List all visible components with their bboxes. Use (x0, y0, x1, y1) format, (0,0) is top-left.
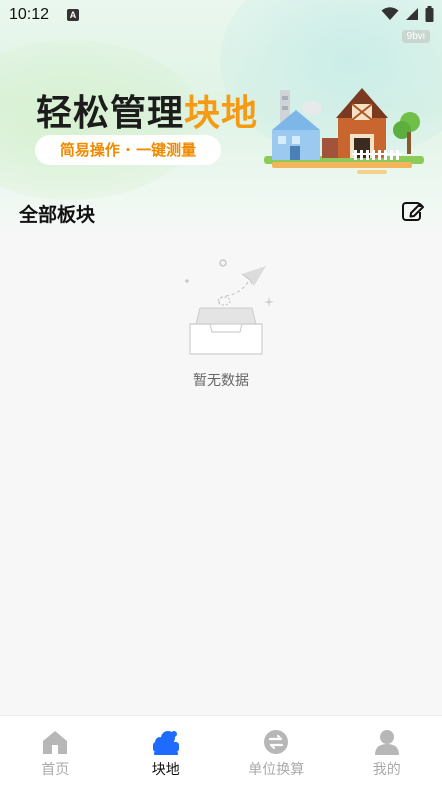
tab-land[interactable]: 块地 (111, 716, 222, 785)
tab-label: 块地 (151, 762, 180, 778)
tab-profile[interactable]: 我的 (332, 716, 442, 785)
home-icon (43, 731, 68, 754)
status-time: 10:12 (9, 6, 50, 23)
banner-subtitle: 简易操作 · 一键测量 (35, 135, 221, 165)
edit-icon[interactable] (400, 198, 426, 224)
status-bar: 10:12 A (0, 0, 442, 30)
signal-icon (406, 8, 418, 20)
banner-title-main: 轻松管理 (36, 93, 185, 134)
section-title: 全部板块 (19, 204, 96, 226)
land-icon (152, 731, 179, 755)
tab-label: 单位换算 (248, 762, 305, 778)
section-header: 全部板块 (0, 196, 442, 230)
banner-title-highlight: 块地 (184, 93, 259, 134)
banner-title: 轻松管理块地 (36, 84, 258, 136)
tab-unit-conversion[interactable]: 单位换算 (221, 716, 332, 785)
bottom-tab-bar: 首页 块地 单位换算 我的 (0, 715, 442, 785)
notification-icon: A (67, 9, 79, 21)
empty-text: 暂无数据 (193, 373, 249, 389)
tab-label: 我的 (372, 762, 401, 778)
wifi-icon (381, 7, 399, 20)
tab-home[interactable]: 首页 (0, 716, 111, 785)
empty-state: 暂无数据 (0, 250, 442, 400)
watermark-badge: 9bvi (401, 30, 430, 43)
farm-illustration (264, 88, 424, 174)
battery-icon (425, 6, 434, 22)
tab-label: 首页 (41, 762, 70, 778)
status-icons (381, 6, 434, 22)
empty-inbox-icon (185, 259, 274, 355)
exchange-icon (264, 730, 289, 754)
user-icon (374, 730, 399, 755)
